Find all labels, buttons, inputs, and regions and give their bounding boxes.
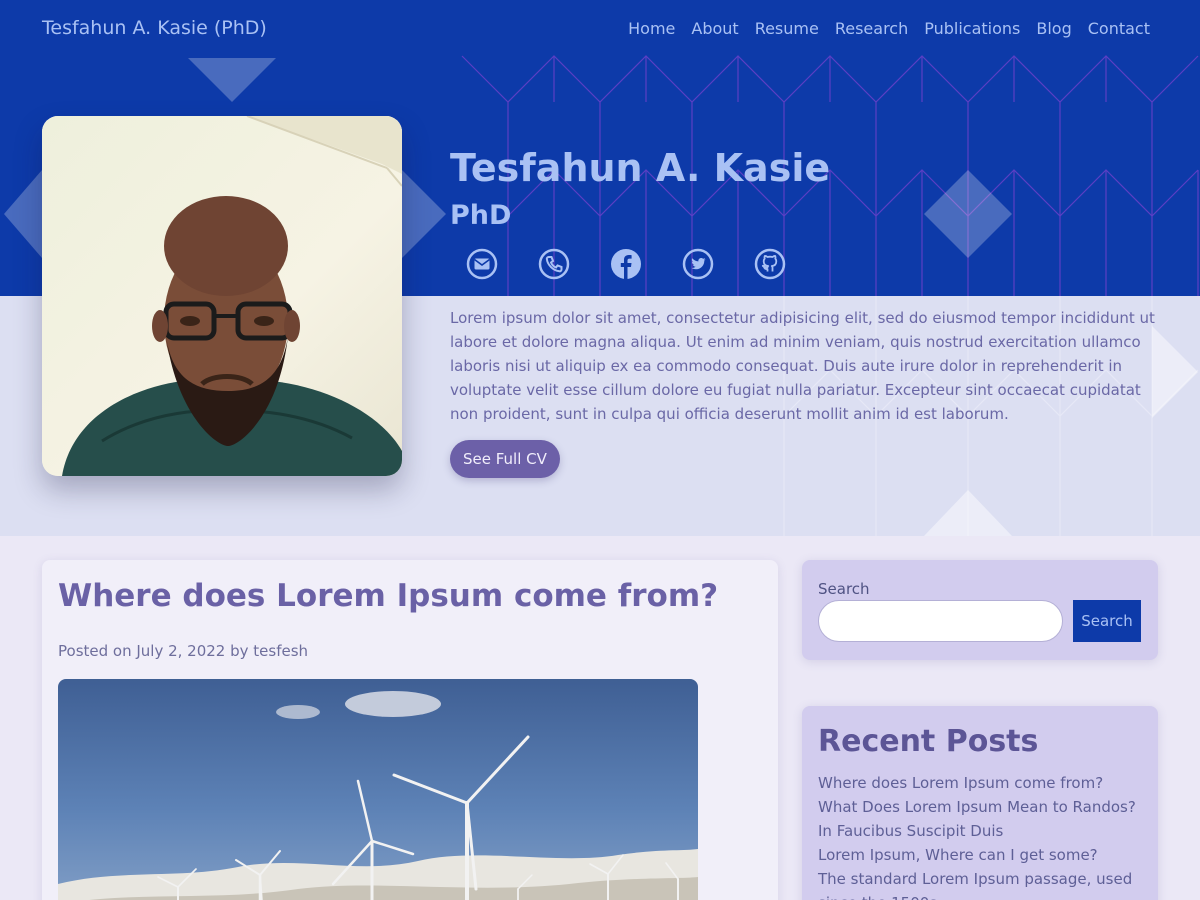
profile-photo — [42, 116, 402, 476]
envelope-icon[interactable] — [466, 248, 498, 280]
post-featured-image[interactable] — [58, 679, 698, 900]
list-item: In Faucibus Suscipit Duis — [818, 819, 1144, 843]
social-links — [466, 248, 786, 280]
recent-post-link[interactable]: The standard Lorem Ipsum passage, used s… — [818, 870, 1132, 900]
facebook-icon[interactable] — [610, 248, 642, 280]
post-title[interactable]: Where does Lorem Ipsum come from? — [58, 578, 718, 614]
nav-link-resume[interactable]: Resume — [755, 19, 819, 38]
top-navbar: Tesfahun A. Kasie (PhD) Home About Resum… — [0, 0, 1200, 58]
nav-link-contact[interactable]: Contact — [1088, 19, 1150, 38]
bio-paragraph: Lorem ipsum dolor sit amet, consectetur … — [450, 309, 1155, 423]
recent-post-link[interactable]: In Faucibus Suscipit Duis — [818, 822, 1003, 840]
nav-link-publications[interactable]: Publications — [924, 19, 1020, 38]
nav-link-blog[interactable]: Blog — [1036, 19, 1071, 38]
recent-post-link[interactable]: What Does Lorem Ipsum Mean to Randos? — [818, 798, 1136, 816]
recent-posts-list: Where does Lorem Ipsum come from? What D… — [818, 771, 1144, 900]
list-item: Lorem Ipsum, Where can I get some? — [818, 843, 1144, 867]
search-widget: Search Search — [802, 560, 1158, 660]
phone-icon[interactable] — [538, 248, 570, 280]
search-label: Search — [818, 580, 870, 598]
github-icon[interactable] — [754, 248, 786, 280]
nav-link-research[interactable]: Research — [835, 19, 908, 38]
blog-post-card: Where does Lorem Ipsum come from? Posted… — [42, 560, 778, 900]
hero-name-heading: Tesfahun A. Kasie — [450, 146, 831, 190]
nav-link-about[interactable]: About — [691, 19, 738, 38]
recent-post-link[interactable]: Lorem Ipsum, Where can I get some? — [818, 846, 1098, 864]
search-button[interactable]: Search — [1073, 600, 1141, 642]
search-input[interactable] — [818, 600, 1063, 642]
list-item: The standard Lorem Ipsum passage, used s… — [818, 867, 1144, 900]
profile-photo-image — [42, 116, 402, 476]
recent-posts-widget: Recent Posts Where does Lorem Ipsum come… — [802, 706, 1158, 900]
twitter-icon[interactable] — [682, 248, 714, 280]
recent-post-link[interactable]: Where does Lorem Ipsum come from? — [818, 774, 1103, 792]
hero-degree-heading: PhD — [450, 200, 512, 231]
see-full-cv-button[interactable]: See Full CV — [450, 440, 560, 478]
nav-link-home[interactable]: Home — [628, 19, 675, 38]
site-brand-link[interactable]: Tesfahun A. Kasie (PhD) — [42, 17, 267, 39]
recent-posts-title: Recent Posts — [818, 724, 1039, 759]
post-meta: Posted on July 2, 2022 by tesfesh — [58, 642, 309, 660]
wind-turbines-image — [58, 679, 698, 900]
nav-links: Home About Resume Research Publications … — [628, 19, 1150, 38]
list-item: What Does Lorem Ipsum Mean to Randos? — [818, 795, 1144, 819]
list-item: Where does Lorem Ipsum come from? — [818, 771, 1144, 795]
